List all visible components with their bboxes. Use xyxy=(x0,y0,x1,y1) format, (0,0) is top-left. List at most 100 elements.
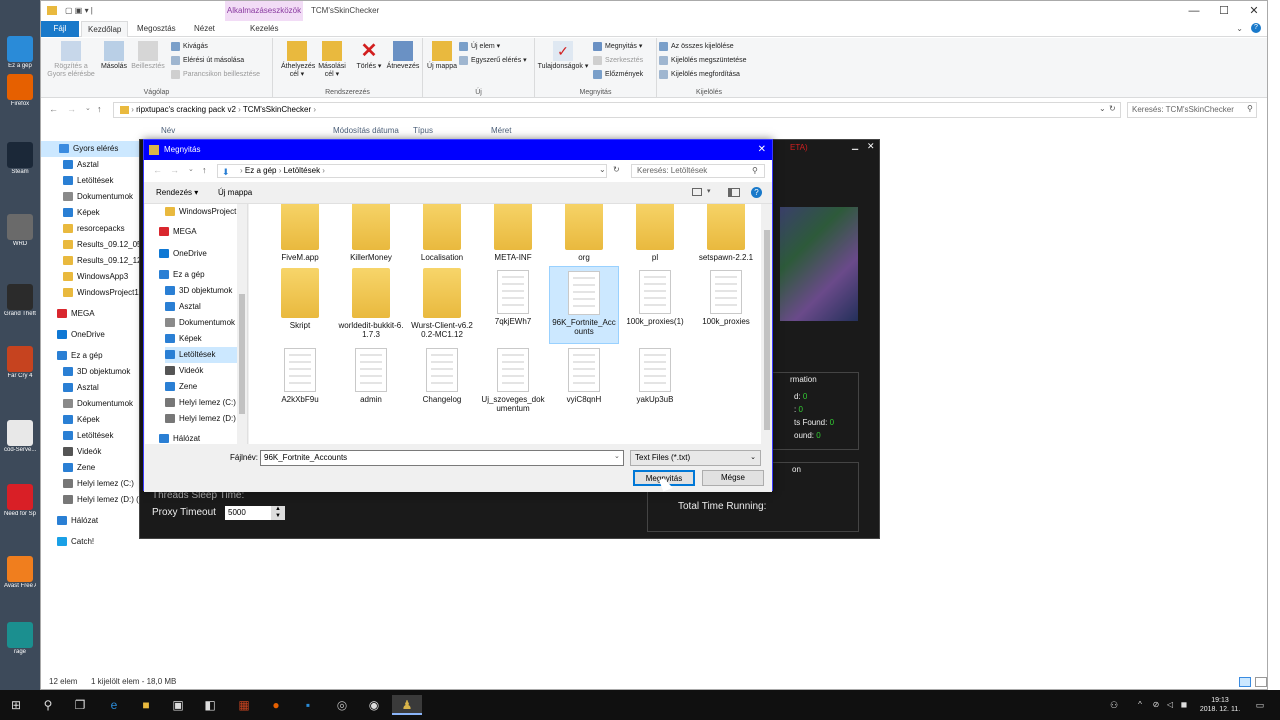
select-all-button[interactable]: Az összes kijelölése xyxy=(659,41,734,53)
nav-item[interactable]: MEGA xyxy=(57,306,95,322)
dialog-search-input[interactable]: Keresés: Letöltések xyxy=(631,164,765,178)
folder-item[interactable]: Wurst-Client-v6.20.2-MC1.12 xyxy=(407,266,477,344)
quick-access-toolbar[interactable]: ▢ ▣ ▾ | xyxy=(65,6,93,15)
paste-shortcut-button[interactable]: Parancsikon beillesztése xyxy=(171,69,260,81)
copy-to-button[interactable]: Másolási cél ▾ xyxy=(315,41,349,79)
refresh-icon[interactable]: ↻ xyxy=(613,165,620,174)
nav-item[interactable]: Ez a gép xyxy=(57,348,103,364)
nav-item[interactable]: Videók xyxy=(165,363,203,379)
filename-dropdown-icon[interactable]: ⌄ xyxy=(614,452,620,460)
nav-item[interactable]: WindowsProject xyxy=(165,204,236,220)
nav-item[interactable]: Ez a gép xyxy=(159,267,205,283)
ribbon-collapse-icon[interactable]: ⌄ xyxy=(1236,24,1243,33)
skin-checker-taskbar-icon[interactable]: ♟ xyxy=(392,695,422,715)
file-item[interactable]: Changelog xyxy=(407,344,477,422)
nav-item[interactable]: Képek xyxy=(63,205,100,221)
large-icons-view-icon[interactable] xyxy=(1255,677,1267,687)
taskbar-app-icon[interactable]: ◧ xyxy=(200,695,220,715)
desktop-icon[interactable]: Grand Theft Auto IV xyxy=(4,284,36,324)
nav-item[interactable]: Helyi lemez (D:) xyxy=(165,411,236,427)
notifications-icon[interactable]: ▭ xyxy=(1250,695,1270,715)
help-icon[interactable]: ? xyxy=(751,187,762,198)
invert-selection-button[interactable]: Kijelölés megfordítása xyxy=(659,69,740,81)
address-box[interactable]: › ripxtupac's cracking pack v2 › TCM'sSk… xyxy=(113,102,1121,118)
dialog-address-box[interactable]: ⬇ › Ez a gép › Letöltések › xyxy=(217,164,607,178)
copy-button[interactable]: Másolás xyxy=(97,41,131,71)
tab-manage[interactable]: Kezelés xyxy=(244,21,284,37)
desktop-icon[interactable]: rage xyxy=(4,622,36,662)
file-item[interactable]: 7qkjEWh7 xyxy=(478,266,548,344)
desktop-icon[interactable]: Firefox xyxy=(4,74,36,114)
refresh-icon[interactable]: ↻ xyxy=(1109,104,1116,113)
filetype-select[interactable]: Text Files (*.txt) ⌄ xyxy=(630,450,761,466)
edit-button[interactable]: Szerkesztés xyxy=(593,55,643,67)
details-view-icon[interactable] xyxy=(1239,677,1251,687)
nav-item[interactable]: Képek xyxy=(63,412,100,428)
column-modified[interactable]: Módosítás dátuma xyxy=(333,126,399,135)
file-explorer-icon[interactable]: ■ xyxy=(136,695,156,715)
new-folder-button[interactable]: Új mappa xyxy=(427,41,457,71)
desktop-icon[interactable]: Far Cry 4 xyxy=(4,346,36,386)
file-list-scrollbar[interactable] xyxy=(762,204,772,444)
desktop-icon[interactable]: cod-Serve... xyxy=(4,420,36,460)
open-button[interactable]: Megnyitás ▾ xyxy=(593,41,642,53)
filename-input[interactable]: 96K_Fortnite_Accounts xyxy=(260,450,624,466)
file-item[interactable]: 100k_proxies xyxy=(691,266,761,344)
nav-item[interactable]: Hálózat xyxy=(57,513,98,529)
nav-item[interactable]: Helyi lemez (C:) xyxy=(165,395,236,411)
tab-share[interactable]: Megosztás xyxy=(131,21,182,37)
nav-item[interactable]: 3D objektumok xyxy=(63,364,130,380)
maximize-button[interactable]: ☐ xyxy=(1209,1,1239,21)
view-dropdown-icon[interactable]: ▾ xyxy=(707,187,711,195)
cancel-button[interactable]: Mégse xyxy=(702,470,764,486)
nav-item[interactable]: Dokumentumok xyxy=(63,189,133,205)
desktop-icon[interactable]: Steam xyxy=(4,142,36,182)
tray-app-icon[interactable]: ◼ xyxy=(1174,695,1194,715)
proxy-timeout-spinner[interactable]: ▲ ▼ xyxy=(271,506,285,520)
breadcrumb[interactable]: Ez a gép xyxy=(245,166,277,175)
nav-item[interactable]: Képek xyxy=(165,331,202,347)
close-button[interactable]: ✕ xyxy=(1239,1,1269,21)
recent-chevron-icon[interactable]: ⌄ xyxy=(85,104,91,112)
minimize-button[interactable]: — xyxy=(1179,1,1209,21)
nav-item[interactable]: Letöltések xyxy=(165,347,237,363)
select-none-button[interactable]: Kijelölés megszüntetése xyxy=(659,55,747,67)
easy-access-button[interactable]: Egyszerű elérés ▾ xyxy=(459,55,527,67)
taskbar-window-icon[interactable]: ▪ xyxy=(298,695,318,715)
paste-button[interactable]: Beillesztés xyxy=(129,41,167,71)
nav-scrollbar[interactable] xyxy=(237,204,247,444)
organize-button[interactable]: Rendezés ▾ xyxy=(156,188,198,197)
app-minimize-button[interactable]: ▁ xyxy=(852,141,858,150)
copy-path-button[interactable]: Elérési út másolása xyxy=(171,55,244,67)
folder-item[interactable]: Skript xyxy=(265,266,335,344)
nav-item[interactable]: Videók xyxy=(63,444,101,460)
desktop-icon[interactable]: Ez a gép xyxy=(4,36,36,76)
back-arrow-icon[interactable]: ← xyxy=(49,104,58,114)
properties-button[interactable]: ✓ Tulajdonságok ▾ xyxy=(537,41,589,71)
nav-item[interactable]: Helyi lemez (D:) (D xyxy=(63,492,145,508)
nav-item[interactable]: Letöltések xyxy=(63,173,113,189)
breadcrumb[interactable]: Letöltések xyxy=(284,166,320,175)
nav-item[interactable]: Zene xyxy=(165,379,197,395)
nav-item[interactable]: Dokumentumok xyxy=(165,315,235,331)
history-button[interactable]: Előzmények xyxy=(593,69,643,81)
up-arrow-icon[interactable]: ↑ xyxy=(202,165,207,175)
address-dropdown-icon[interactable]: ⌄ xyxy=(599,165,606,174)
delete-button[interactable]: ✕ Törlés ▾ xyxy=(355,41,383,71)
back-arrow-icon[interactable]: ← xyxy=(153,165,162,175)
tab-home[interactable]: Kezdőlap xyxy=(81,21,129,37)
dialog-close-button[interactable]: ✕ xyxy=(758,140,766,160)
firefox-icon[interactable]: ● xyxy=(266,695,286,715)
nav-item[interactable]: MEGA xyxy=(159,224,197,240)
nav-item[interactable]: OneDrive xyxy=(159,246,207,262)
column-size[interactable]: Méret xyxy=(491,126,511,135)
new-folder-button[interactable]: Új mappa xyxy=(218,188,252,197)
nav-item[interactable]: Asztal xyxy=(63,380,99,396)
tab-view[interactable]: Nézet xyxy=(188,21,221,37)
task-view-icon[interactable]: ❐ xyxy=(70,695,90,715)
preview-pane-icon[interactable] xyxy=(728,188,740,197)
desktop-icon[interactable]: Need for Speed... xyxy=(4,484,36,524)
store-icon[interactable]: ▣ xyxy=(168,695,188,715)
nav-item[interactable]: OneDrive xyxy=(57,327,105,343)
nav-item[interactable]: Helyi lemez (C:) xyxy=(63,476,134,492)
